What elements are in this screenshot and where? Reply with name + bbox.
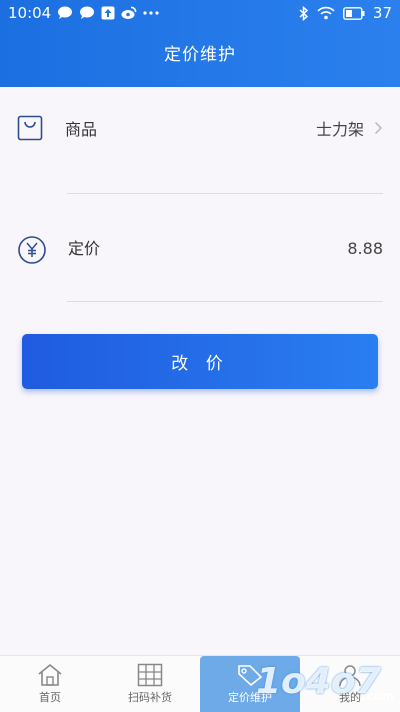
grid-icon [137, 662, 163, 688]
tab-label: 定价维护 [228, 691, 272, 704]
tab-pricing[interactable]: 定价维护 [200, 656, 300, 712]
wifi-icon [317, 6, 335, 20]
tab-label: 首页 [39, 691, 61, 704]
profile-icon [337, 662, 363, 688]
product-label: 商品 [65, 120, 98, 139]
bottom-tab-bar: 首页 扫码补货 定价维护 我的 [0, 655, 400, 712]
price-label: 定价 [68, 239, 101, 258]
status-time: 10:04 [8, 4, 52, 22]
bag-icon [17, 115, 45, 143]
tab-home[interactable]: 首页 [0, 656, 100, 712]
chevron-right-icon [374, 118, 383, 142]
tab-scan-restock[interactable]: 扫码补货 [100, 656, 200, 712]
battery-level: 37 [372, 4, 392, 22]
battery-icon [343, 6, 365, 20]
yen-icon [17, 235, 46, 264]
price-row[interactable]: 定价 8.88 [0, 235, 400, 295]
divider [67, 193, 383, 194]
home-icon [37, 662, 63, 688]
divider [67, 301, 383, 302]
chat-icon [79, 6, 95, 20]
change-price-button[interactable]: 改 价 [22, 334, 378, 389]
product-value-container[interactable]: 士力架 [316, 118, 383, 142]
bluetooth-icon [299, 5, 309, 21]
upload-icon [101, 6, 115, 20]
product-value: 士力架 [315, 120, 364, 139]
weibo-icon [121, 6, 137, 20]
tab-label: 扫码补货 [128, 691, 172, 704]
more-dots-icon [143, 10, 159, 16]
tab-label: 我的 [339, 691, 361, 704]
chat-icon [57, 6, 73, 20]
product-row[interactable]: 商品 士力架 [0, 115, 400, 175]
app-header: 10:04 37 定价维护 [0, 0, 400, 87]
status-bar: 10:04 37 [0, 0, 400, 26]
page-title: 定价维护 [164, 45, 236, 65]
tag-icon [236, 662, 264, 688]
price-input[interactable]: 8.88 [347, 237, 383, 261]
tab-profile[interactable]: 我的 [300, 656, 400, 712]
